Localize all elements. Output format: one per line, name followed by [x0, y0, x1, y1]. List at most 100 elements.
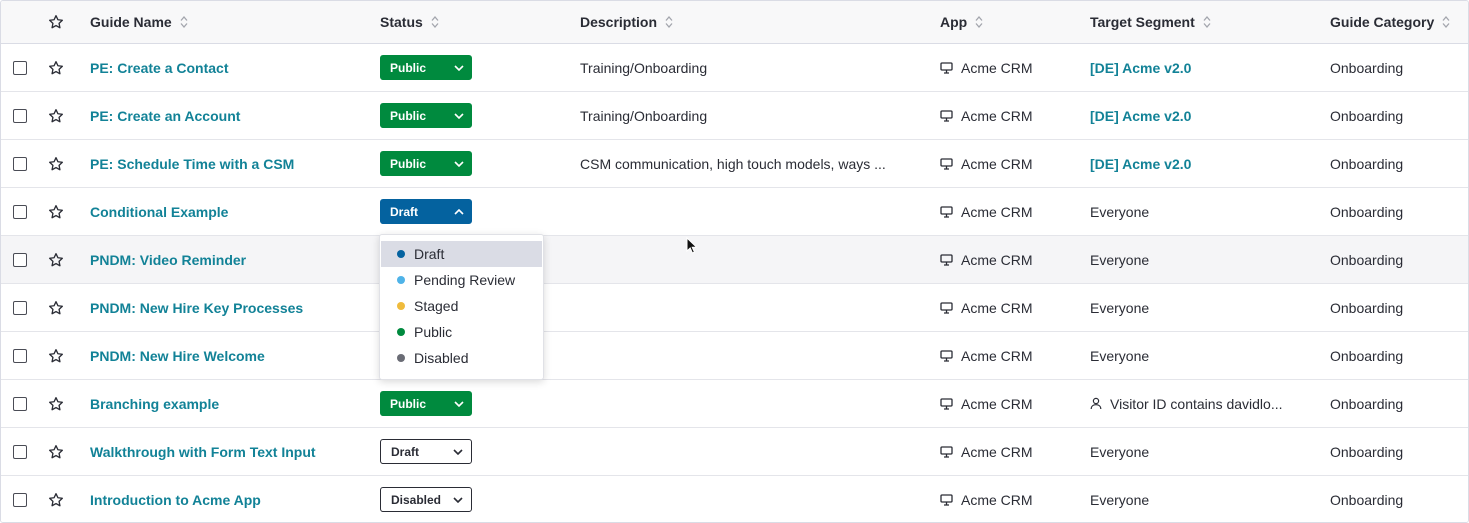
sort-icon [665, 16, 673, 28]
status-dropdown-button[interactable]: Public [380, 391, 472, 416]
row-checkbox[interactable] [13, 492, 27, 507]
star-icon[interactable] [48, 252, 64, 268]
guide-name-link[interactable]: PE: Create a Contact [90, 60, 228, 76]
status-dropdown-button[interactable]: Public [380, 151, 472, 176]
guide-name-link[interactable]: Introduction to Acme App [90, 492, 261, 508]
category-text: Onboarding [1330, 491, 1404, 508]
sort-icon [975, 16, 983, 28]
guide-name-link[interactable]: PE: Schedule Time with a CSM [90, 156, 294, 172]
monitor-icon [940, 205, 953, 218]
guide-name-link[interactable]: PE: Create an Account [90, 108, 240, 124]
row-checkbox[interactable] [13, 156, 27, 171]
chevron-down-icon [454, 111, 464, 121]
star-icon[interactable] [48, 60, 64, 76]
chevron-down-icon [453, 447, 463, 457]
table-row: PNDM: New Hire Key Processes Acme CRM Ev… [1, 284, 1468, 332]
status-option-staged[interactable]: Staged [380, 293, 543, 319]
star-icon[interactable] [48, 348, 64, 364]
status-option-public[interactable]: Public [380, 319, 543, 345]
category-text: Onboarding [1330, 251, 1404, 268]
category-text: Onboarding [1330, 347, 1404, 364]
star-icon[interactable] [48, 396, 64, 412]
status-label: Public [390, 156, 427, 171]
row-checkbox[interactable] [13, 108, 27, 123]
description-text: Training/Onboarding [580, 59, 708, 76]
table-row: PNDM: New Hire Welcome Acme CRM Everyone… [1, 332, 1468, 380]
status-label: Public [390, 108, 427, 123]
status-option-pending-review[interactable]: Pending Review [380, 267, 543, 293]
mouse-cursor-icon [686, 237, 698, 254]
header-guide-category-label: Guide Category [1330, 14, 1435, 30]
guide-name-link[interactable]: PNDM: New Hire Welcome [90, 348, 265, 364]
status-label: Disabled [391, 492, 442, 507]
header-app[interactable]: App [940, 1, 1080, 43]
guide-name-link[interactable]: PNDM: Video Reminder [90, 252, 246, 268]
guide-name-link[interactable]: Walkthrough with Form Text Input [90, 444, 316, 460]
segment-text: Everyone [1090, 251, 1150, 268]
header-guide-category[interactable]: Guide Category [1330, 1, 1460, 43]
status-dropdown-button[interactable]: Disabled [380, 487, 472, 512]
monitor-icon [940, 445, 953, 458]
star-icon[interactable] [48, 444, 64, 460]
star-icon[interactable] [48, 204, 64, 220]
segment-link[interactable]: [DE] Acme v2.0 [1090, 108, 1191, 124]
segment-text: Everyone [1090, 443, 1150, 460]
status-dropdown-button[interactable]: Draft [380, 199, 472, 224]
category-text: Onboarding [1330, 155, 1404, 172]
app-name: Acme CRM [961, 155, 1033, 172]
category-text: Onboarding [1330, 443, 1404, 460]
table-row: Walkthrough with Form Text Input Draft A… [1, 428, 1468, 476]
category-text: Onboarding [1330, 203, 1404, 220]
row-checkbox[interactable] [13, 444, 27, 459]
monitor-icon [940, 109, 953, 122]
table-row: Introduction to Acme App Disabled Acme C… [1, 476, 1468, 522]
description-text: CSM communication, high touch models, wa… [580, 155, 886, 172]
header-description[interactable]: Description [580, 1, 920, 43]
app-name: Acme CRM [961, 251, 1033, 268]
category-text: Onboarding [1330, 107, 1404, 124]
monitor-icon [940, 157, 953, 170]
sort-icon [1203, 16, 1211, 28]
row-checkbox[interactable] [13, 204, 27, 219]
star-icon[interactable] [48, 492, 64, 508]
header-guide-name[interactable]: Guide Name [90, 1, 370, 43]
header-target-segment-label: Target Segment [1090, 14, 1195, 30]
status-dropdown-button[interactable]: Public [380, 55, 472, 80]
row-checkbox[interactable] [13, 348, 27, 363]
row-checkbox[interactable] [13, 300, 27, 315]
app-name: Acme CRM [961, 203, 1033, 220]
table-row: Branching example Public Acme CRM Visito… [1, 380, 1468, 428]
row-checkbox[interactable] [13, 396, 27, 411]
star-icon[interactable] [48, 108, 64, 124]
header-app-label: App [940, 14, 968, 30]
segment-link[interactable]: [DE] Acme v2.0 [1090, 156, 1191, 172]
guide-name-link[interactable]: Conditional Example [90, 204, 228, 220]
star-icon[interactable] [48, 300, 64, 316]
monitor-icon [940, 397, 953, 410]
guide-name-link[interactable]: Branching example [90, 396, 219, 412]
star-icon[interactable] [48, 156, 64, 172]
chevron-up-icon [454, 207, 464, 217]
status-dropdown-button[interactable]: Public [380, 103, 472, 128]
monitor-icon [940, 349, 953, 362]
status-dropdown-menu: Draft Pending Review Staged Public Disab… [379, 234, 544, 380]
status-option-draft[interactable]: Draft [381, 241, 542, 267]
segment-link[interactable]: [DE] Acme v2.0 [1090, 60, 1191, 76]
status-dot-icon [397, 276, 405, 284]
segment-text: Visitor ID contains davidlo... [1110, 395, 1283, 412]
guide-name-link[interactable]: PNDM: New Hire Key Processes [90, 300, 303, 316]
guides-table: Guide Name Status Description App Target… [0, 0, 1469, 523]
row-checkbox[interactable] [13, 252, 27, 267]
header-guide-name-label: Guide Name [90, 14, 172, 30]
status-option-label: Pending Review [414, 272, 516, 288]
status-option-disabled[interactable]: Disabled [380, 345, 543, 371]
header-target-segment[interactable]: Target Segment [1090, 1, 1310, 43]
status-dropdown-button[interactable]: Draft [380, 439, 472, 464]
status-option-label: Staged [414, 298, 459, 314]
header-star-icon[interactable] [48, 1, 68, 43]
header-status[interactable]: Status [380, 1, 570, 43]
table-row: PE: Create an Account Public Training/On… [1, 92, 1468, 140]
status-dot-icon [397, 328, 405, 336]
row-checkbox[interactable] [13, 60, 27, 75]
status-dot-icon [397, 250, 405, 258]
